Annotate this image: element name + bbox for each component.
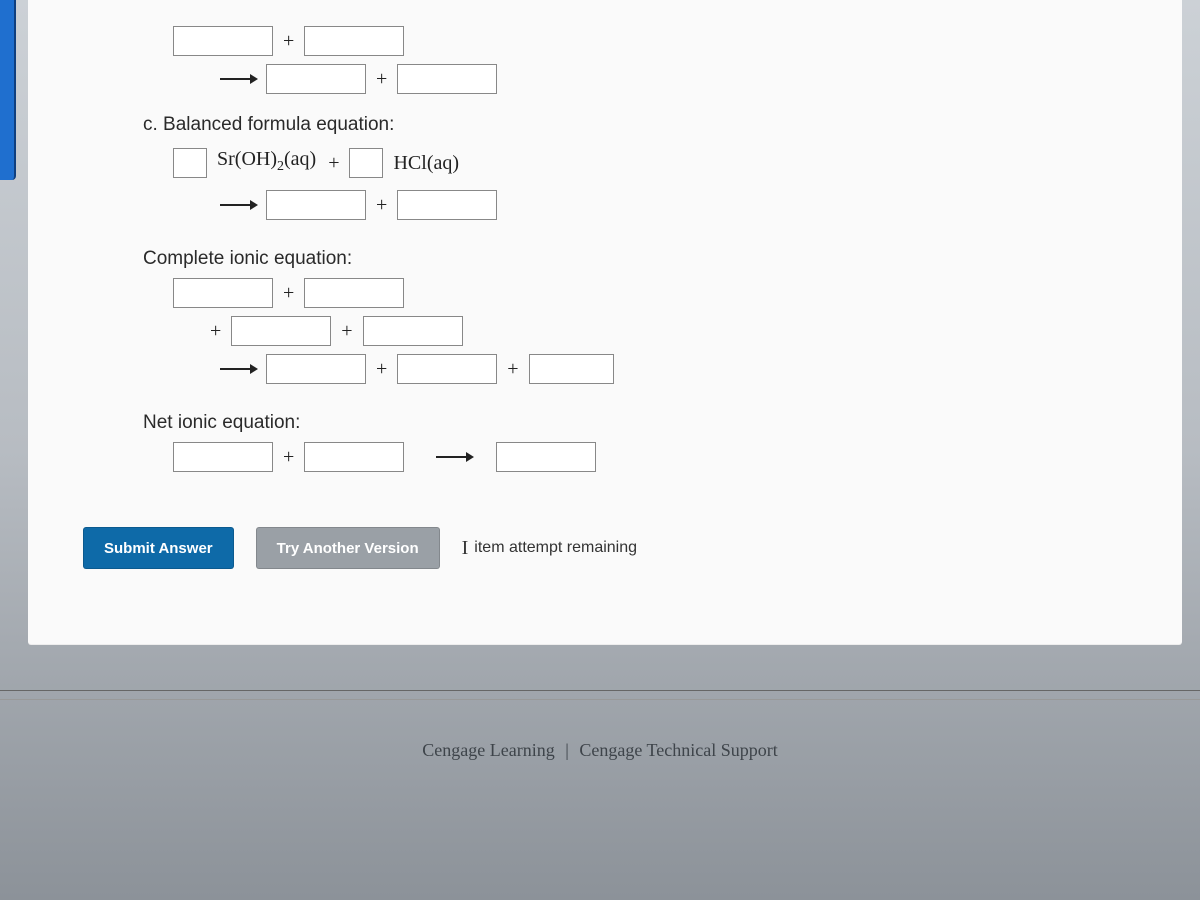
coefficient-box[interactable] <box>173 148 207 178</box>
net-ionic-label: Net ionic equation: <box>143 412 1182 434</box>
complete-row-2: + + <box>208 316 1182 346</box>
input-box[interactable] <box>266 64 366 94</box>
sidebar-accent <box>0 0 16 180</box>
input-box[interactable] <box>529 354 614 384</box>
net-row: + <box>173 442 1182 472</box>
text-cursor-icon: I <box>462 538 469 558</box>
complete-row-3: + + <box>218 354 1182 384</box>
reagent-2-label: HCl(aq) <box>391 148 461 178</box>
input-box[interactable] <box>304 278 404 308</box>
plus-sign: + <box>374 64 389 94</box>
plus-sign: + <box>326 148 341 178</box>
complete-ionic-label: Complete ionic equation: <box>143 248 1182 270</box>
reagent-1-label: Sr(OH)2(aq) <box>215 144 318 182</box>
attempts-label: item attempt remaining <box>474 539 637 557</box>
footer: Cengage Learning | Cengage Technical Sup… <box>0 740 1200 761</box>
input-box[interactable] <box>304 26 404 56</box>
plus-sign: + <box>281 278 296 308</box>
reaction-arrow-icon <box>218 362 258 376</box>
input-box[interactable] <box>304 442 404 472</box>
prev-row-2: + <box>218 64 1182 94</box>
input-box[interactable] <box>496 442 596 472</box>
footer-brand-link[interactable]: Cengage Learning <box>422 740 554 760</box>
footer-separator: | <box>559 740 575 760</box>
plus-sign: + <box>505 354 520 384</box>
prev-row-1: + <box>173 8 1182 56</box>
input-box[interactable] <box>173 26 273 56</box>
viewport: + + c. Balanced formula equation: Sr(OH)… <box>0 0 1200 900</box>
balanced-row-2: + <box>218 190 1182 220</box>
attempts-remaining: I item attempt remaining <box>462 538 637 558</box>
question-card: + + c. Balanced formula equation: Sr(OH)… <box>28 0 1182 645</box>
plus-sign: + <box>208 316 223 346</box>
coefficient-box[interactable] <box>349 148 383 178</box>
input-box[interactable] <box>363 316 463 346</box>
button-bar: Submit Answer Try Another Version I item… <box>83 527 1182 569</box>
complete-row-1: + <box>173 278 1182 308</box>
input-box[interactable] <box>173 442 273 472</box>
balanced-row-1: Sr(OH)2(aq) + HCl(aq) <box>173 144 1182 182</box>
plus-sign: + <box>339 316 354 346</box>
input-box[interactable] <box>397 354 497 384</box>
plus-sign: + <box>281 442 296 472</box>
try-another-button[interactable]: Try Another Version <box>256 527 440 569</box>
plus-sign: + <box>374 190 389 220</box>
reaction-arrow-icon <box>434 450 474 464</box>
plus-sign: + <box>374 354 389 384</box>
footer-support-link[interactable]: Cengage Technical Support <box>579 740 777 760</box>
input-box[interactable] <box>231 316 331 346</box>
plus-sign: + <box>281 26 296 56</box>
horizontal-divider <box>0 690 1200 700</box>
input-box[interactable] <box>266 190 366 220</box>
input-box[interactable] <box>397 190 497 220</box>
section-c-label: c. Balanced formula equation: <box>143 114 1182 136</box>
reaction-arrow-icon <box>218 198 258 212</box>
reaction-arrow-icon <box>218 72 258 86</box>
input-box[interactable] <box>397 64 497 94</box>
input-box[interactable] <box>266 354 366 384</box>
submit-button[interactable]: Submit Answer <box>83 527 234 569</box>
input-box[interactable] <box>173 278 273 308</box>
